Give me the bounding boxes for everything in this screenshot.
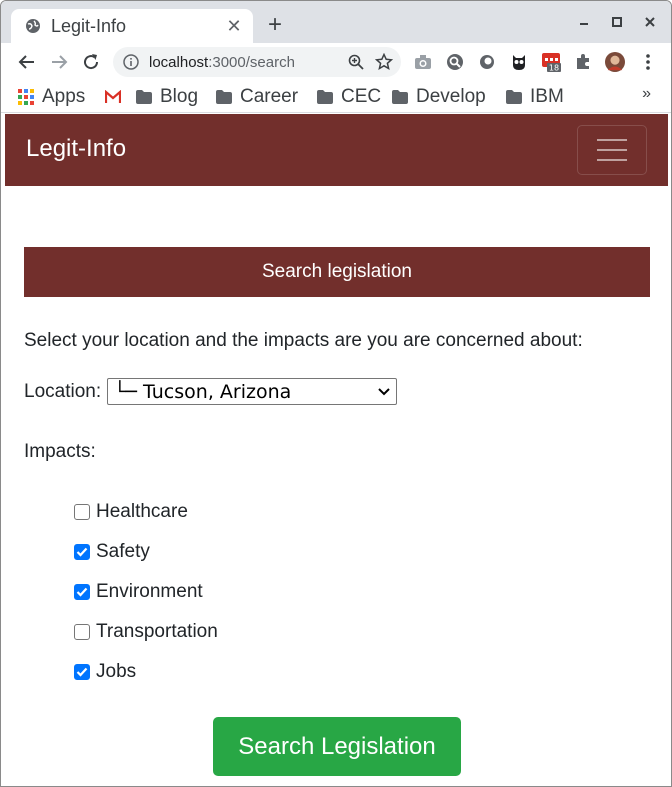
address-bar[interactable]: localhost:3000/search [113,47,401,77]
bookmarks-bar: Apps Blog Career CEC Develop IBM » [1,81,671,113]
location-selected-value: └─ Tucson, Arizona [114,380,292,403]
zoom-icon[interactable] [345,51,367,73]
impact-label: Healthcare [96,501,188,522]
window-close-icon[interactable] [638,11,662,35]
impact-label: Transportation [96,621,218,642]
hamburger-bar [597,149,627,151]
bookmark-label: Apps [42,86,86,107]
checkbox-checked[interactable] [74,664,90,680]
checkbox-checked[interactable] [74,584,90,600]
bookmark-label: Develop [416,86,486,107]
extension-badge: 18 [549,64,559,73]
impact-environment[interactable]: Environment [74,581,203,603]
url-path: :3000/search [208,53,295,71]
impacts-label: Impacts: [24,441,96,462]
folder-icon [506,90,522,104]
intro-text: Select your location and the impacts are… [24,330,583,351]
url-text[interactable]: localhost:3000/search [149,54,345,71]
forward-icon[interactable] [47,50,71,74]
tab-title: Legit-Info [51,15,127,36]
close-icon[interactable]: ✕ [223,15,245,37]
checkmark-icon [76,547,88,557]
bookmark-apps[interactable]: Apps [18,85,85,109]
back-icon[interactable] [15,50,39,74]
calendar-icon[interactable]: 18 [541,52,561,72]
chevron-down-icon [378,387,390,395]
gmail-icon[interactable] [105,85,129,109]
new-tab-button[interactable]: + [263,13,287,37]
hamburger-bar [597,159,627,161]
bookmark-career[interactable]: Career [216,85,298,109]
search-header: Search legislation [24,247,650,297]
puzzle-icon[interactable] [573,52,593,72]
maximize-icon[interactable] [605,11,629,35]
browser-toolbar: localhost:3000/search 18 [1,43,671,81]
reload-icon[interactable] [79,50,103,74]
impact-label: Safety [96,541,150,562]
apps-grid-icon [18,89,34,105]
bookmark-blog[interactable]: Blog [136,85,198,109]
brand-link[interactable]: Legit-Info [26,135,126,163]
avatar[interactable] [605,52,625,72]
hamburger-menu-button[interactable] [577,125,647,175]
info-icon[interactable] [123,54,139,70]
impact-label: Environment [96,581,203,602]
bookmark-develop[interactable]: Develop [392,85,486,109]
bookmark-ibm[interactable]: IBM [506,85,564,109]
bookmarks-overflow-button[interactable]: » [642,85,651,103]
menu-kebab-icon[interactable] [638,52,658,72]
owl-icon[interactable] [509,52,529,72]
bookmark-label: IBM [530,86,564,107]
folder-icon [216,90,232,104]
bookmark-label: CEC [341,86,382,107]
impact-safety[interactable]: Safety [74,541,150,563]
checkmark-icon [76,667,88,677]
folder-icon [136,90,152,104]
globe-icon [26,19,40,33]
impact-healthcare[interactable]: Healthcare [74,501,188,523]
location-label: Location: [24,380,102,402]
checkbox-checked[interactable] [74,544,90,560]
checkbox[interactable] [74,624,90,640]
extension-circle-icon[interactable] [477,52,497,72]
url-host: localhost [149,53,209,71]
search-extension-icon[interactable] [445,52,465,72]
folder-icon [392,90,408,104]
location-select[interactable]: └─ Tucson, Arizona [107,378,398,405]
checkbox[interactable] [74,504,90,520]
camera-icon[interactable] [413,52,433,72]
app-navbar: Legit-Info [5,114,668,186]
bookmark-label: Career [240,86,299,107]
search-legislation-button[interactable]: Search Legislation [213,717,461,776]
impact-label: Jobs [96,661,137,682]
bookmark-label: Blog [160,86,199,107]
bookmark-star-icon[interactable] [373,51,395,73]
hamburger-bar [597,139,627,141]
bookmark-cec[interactable]: CEC [317,85,381,109]
minimize-icon[interactable] [572,11,596,35]
browser-tab[interactable]: Legit-Info ✕ [11,9,253,43]
checkmark-icon [76,587,88,597]
location-row: Location: └─ Tucson, Arizona [24,378,398,405]
browser-window: Legit-Info ✕ + localhost:3000/search 18 … [0,0,672,787]
tab-strip: Legit-Info ✕ + [1,1,671,43]
folder-icon [317,90,333,104]
impact-transportation[interactable]: Transportation [74,621,218,643]
impact-jobs[interactable]: Jobs [74,661,136,683]
